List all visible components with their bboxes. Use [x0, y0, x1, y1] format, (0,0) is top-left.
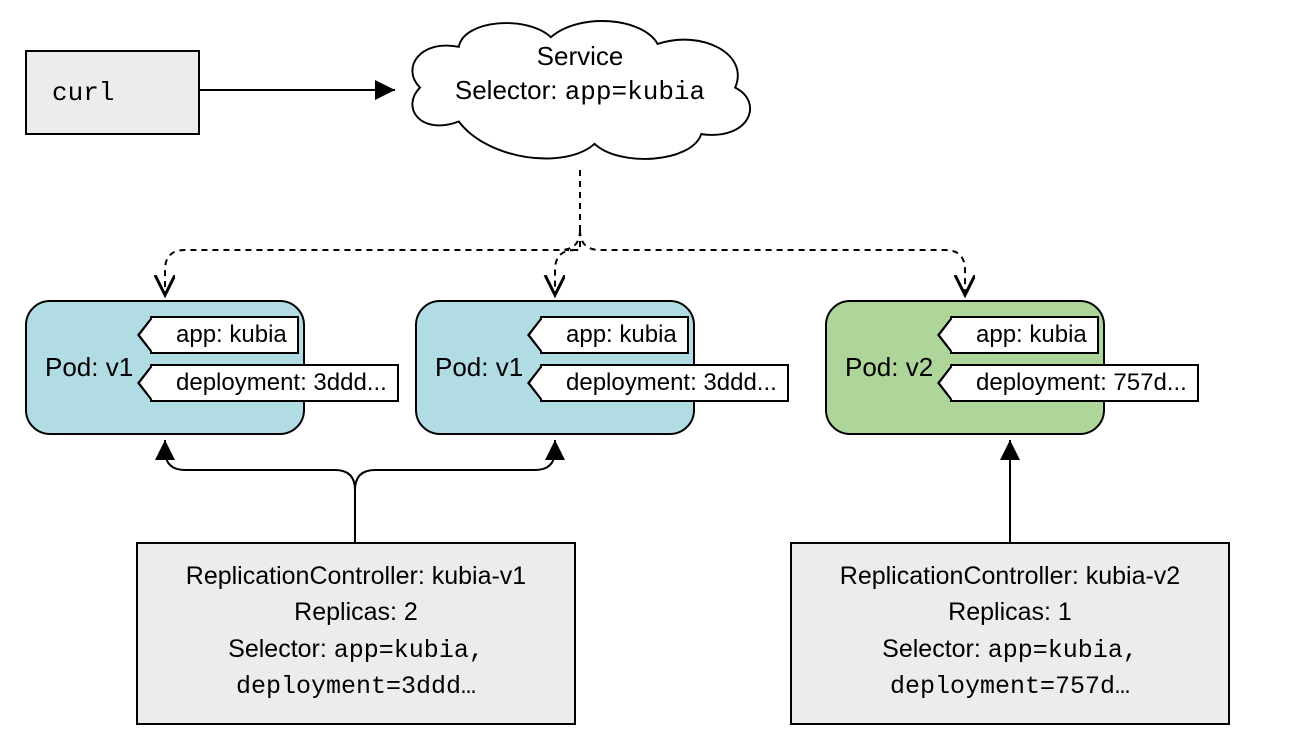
curl-box: curl — [25, 50, 200, 135]
rc-selector-line2: deployment=757d… — [802, 669, 1218, 705]
rc-title: ReplicationController: kubia-v1 — [148, 558, 564, 594]
rc-replicas: Replicas: 2 — [148, 594, 564, 630]
service-selector-label: Selector: — [455, 75, 558, 105]
pod-label-deploy-text: deployment: 3ddd... — [176, 369, 387, 397]
pod-label-app-text: app: kubia — [566, 321, 677, 349]
service-text: Service Selector: app=kubia — [440, 40, 720, 110]
rc-selector-value1: app=kubia, — [988, 636, 1138, 665]
pod-title: Pod: v1 — [45, 352, 133, 383]
pod-label-deploy: deployment: 757d... — [950, 364, 1199, 402]
pod-title: Pod: v2 — [845, 352, 933, 383]
rc-v1: ReplicationController: kubia-v1 Replicas… — [136, 542, 576, 725]
pod-label-app-text: app: kubia — [976, 321, 1087, 349]
rc-replicas: Replicas: 1 — [802, 594, 1218, 630]
rc-selector-label: Selector: — [882, 635, 981, 663]
pod-label-app: app: kubia — [950, 316, 1099, 354]
service-selector-value: app=kubia — [565, 77, 705, 107]
rc-v2: ReplicationController: kubia-v2 Replicas… — [790, 542, 1230, 725]
pod-label-deploy-text: deployment: 3ddd... — [566, 369, 777, 397]
rc-selector-label: Selector: — [228, 635, 327, 663]
pod-title: Pod: v1 — [435, 352, 523, 383]
pod-label-app: app: kubia — [540, 316, 689, 354]
rc-selector-value1: app=kubia, — [334, 636, 484, 665]
curl-label: curl — [52, 78, 114, 108]
rc-selector-line2: deployment=3ddd… — [148, 669, 564, 705]
rc-selector-line1: Selector: app=kubia, — [802, 631, 1218, 669]
service-title: Service — [537, 41, 624, 71]
pod-label-app-text: app: kubia — [176, 321, 287, 349]
pod-label-deploy-text: deployment: 757d... — [976, 369, 1187, 397]
rc-selector-line1: Selector: app=kubia, — [148, 631, 564, 669]
pod-label-deploy: deployment: 3ddd... — [540, 364, 789, 402]
pod-label-app: app: kubia — [150, 316, 299, 354]
pod-label-deploy: deployment: 3ddd... — [150, 364, 399, 402]
rc-title: ReplicationController: kubia-v2 — [802, 558, 1218, 594]
